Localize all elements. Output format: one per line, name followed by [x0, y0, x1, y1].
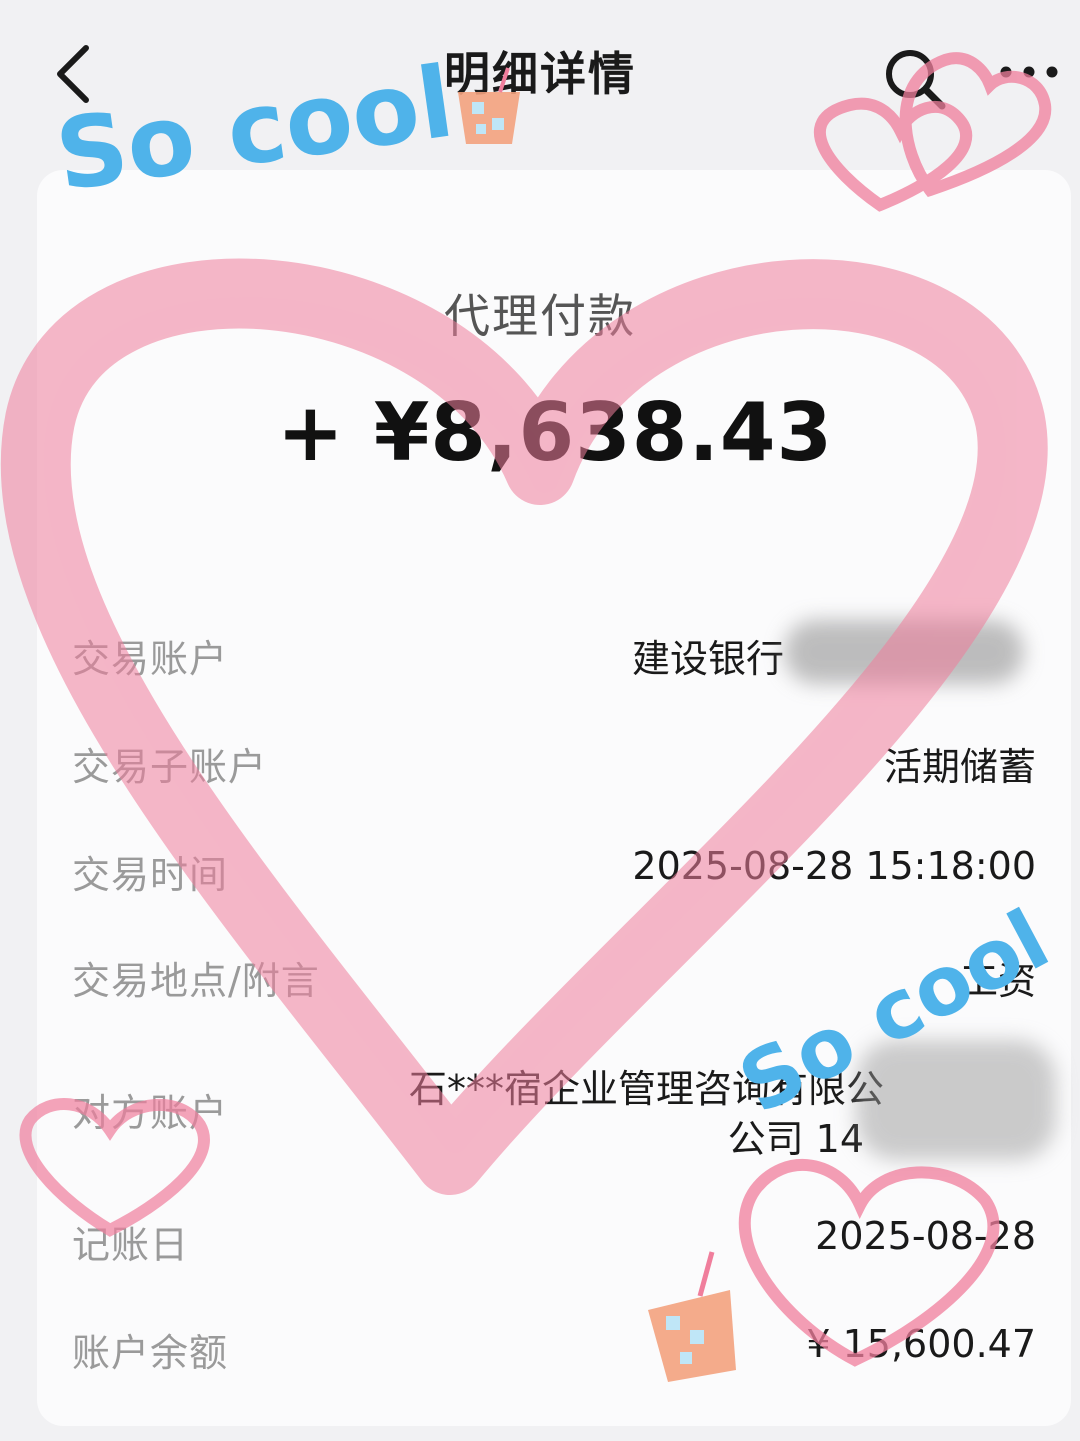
search-icon [886, 50, 946, 110]
value-counterparty: 石***宿企业管理咨询有限公 [408, 1067, 884, 1111]
nav-bar: 明细详情 [0, 0, 1080, 150]
value-posting-date: 2025-08-28 [815, 1214, 1036, 1258]
label-balance: 账户余额 [72, 1331, 229, 1375]
label-sub-account: 交易子账户 [72, 745, 268, 789]
label-remark: 交易地点/附言 [72, 959, 320, 1003]
search-button[interactable] [880, 44, 950, 114]
label-posting-date: 记账日 [72, 1223, 190, 1267]
transaction-type: 代理付款 [444, 289, 636, 343]
redaction-blur [784, 620, 1024, 684]
value-time: 2025-08-28 15:18:00 [632, 844, 1036, 888]
more-dots-icon [1000, 66, 1058, 78]
value-sub-account: 活期储蓄 [883, 745, 1036, 789]
more-button[interactable] [994, 52, 1064, 92]
label-time: 交易时间 [72, 853, 229, 897]
value-account: 建设银行 [631, 637, 784, 681]
value-balance: ¥ 15,600.47 [806, 1322, 1036, 1366]
redaction-blur [856, 1040, 1056, 1160]
label-counterparty: 对方账户 [72, 1091, 229, 1135]
label-account: 交易账户 [72, 637, 229, 681]
transaction-amount: + ¥8,638.43 [276, 386, 834, 479]
value-remark: 工资 [959, 959, 1036, 1003]
value-counterparty-line2: 公司 14 [727, 1117, 864, 1161]
